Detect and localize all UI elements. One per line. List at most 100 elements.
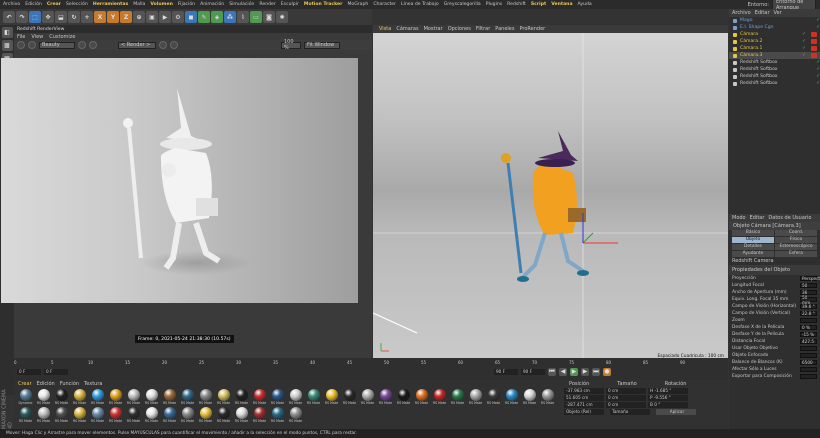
menu-file[interactable]: File xyxy=(17,34,25,40)
material-swatch[interactable]: RS Mate xyxy=(180,407,195,423)
axis-z-button[interactable]: Z xyxy=(120,11,132,23)
coord-field[interactable]: 0 cm xyxy=(606,387,646,394)
coord-field[interactable]: -287.471 cm xyxy=(564,401,604,408)
object-row[interactable]: Cámara.2 ✓ xyxy=(729,38,820,45)
property-value-field[interactable]: 0 % xyxy=(800,324,817,331)
material-swatch[interactable]: RS Mate xyxy=(198,389,213,405)
region-icon[interactable] xyxy=(170,41,178,49)
menu-item[interactable]: Fijación xyxy=(178,2,195,7)
material-swatch[interactable]: RS Mate xyxy=(126,389,141,405)
menu-item[interactable]: Ventana xyxy=(551,2,572,7)
save-icon[interactable] xyxy=(89,41,97,49)
render-settings-icon[interactable]: ⚙ xyxy=(172,11,184,23)
floor-icon[interactable]: ▭ xyxy=(250,11,262,23)
camera-tag-icon[interactable] xyxy=(811,39,817,44)
property-value-field[interactable] xyxy=(800,373,817,380)
coord-field[interactable]: 51.605 cm xyxy=(564,394,604,401)
attribute-tab[interactable]: Ayudante xyxy=(732,251,774,257)
property-value-field[interactable]: 50 mm xyxy=(800,295,817,305)
menu-textura[interactable]: Textura xyxy=(84,381,102,387)
material-swatch[interactable]: RS Mate xyxy=(162,407,177,423)
live-selection-icon[interactable]: + xyxy=(81,11,93,23)
menu-view[interactable]: View xyxy=(31,34,43,40)
light-icon[interactable]: ✺ xyxy=(276,11,288,23)
object-row[interactable]: Redshift Softbox ✓ xyxy=(729,80,820,87)
coord-mode-dropdown[interactable]: Objeto (Rel) xyxy=(564,408,604,415)
material-swatch[interactable]: RS Mate xyxy=(234,407,249,423)
timeline-ruler[interactable]: 0 5 10 15 20 25 30 35 40 45 50 55 60 65 70 75 80 85 90 xyxy=(14,358,728,366)
menu-item[interactable]: Edición xyxy=(25,2,42,7)
visibility-check-icon[interactable]: ✓ xyxy=(802,32,806,37)
material-swatch[interactable]: RS Mate xyxy=(216,407,231,423)
material-swatch[interactable]: RS Mate xyxy=(504,389,519,405)
menu-item[interactable]: Character xyxy=(373,2,396,7)
material-swatch[interactable]: RS Mate xyxy=(54,389,69,405)
material-swatch[interactable]: RS Mate xyxy=(270,407,285,423)
coord-field[interactable]: 0 cm xyxy=(606,401,646,408)
fit-window-dropdown[interactable]: Fit Window xyxy=(304,41,340,49)
menu-prorender[interactable]: ProRender xyxy=(519,26,545,32)
coordinate-system-icon[interactable]: ⊕ xyxy=(133,11,145,23)
undo-icon[interactable]: ↶ xyxy=(3,11,15,23)
coord-field[interactable]: P -9.556 ° xyxy=(648,394,688,401)
attribute-tab[interactable]: Básico xyxy=(732,230,774,236)
visibility-check-icon[interactable]: ✓ xyxy=(816,67,820,72)
camera-tag-icon[interactable] xyxy=(811,46,817,51)
menu-item[interactable]: Herramientas xyxy=(93,2,128,7)
property-value-field[interactable]: 427.5 xyxy=(800,338,817,345)
menu-paneles[interactable]: Paneles xyxy=(495,26,514,32)
menu-item[interactable]: Greyscalegorilla xyxy=(444,2,481,7)
render-dropdown[interactable]: < Render > xyxy=(118,41,156,49)
menu-item[interactable]: Motion Tracker xyxy=(304,2,343,7)
menu-funcion[interactable]: Función xyxy=(60,381,79,387)
material-swatch[interactable]: RS Mate xyxy=(486,389,501,405)
property-value-field[interactable]: 50 xyxy=(800,282,817,289)
property-value-field[interactable]: Perspectiva xyxy=(800,275,820,282)
coord-field[interactable]: B 0 ° xyxy=(648,401,688,408)
redo-icon[interactable]: ↷ xyxy=(16,11,28,23)
rotate-tool-icon[interactable]: ↻ xyxy=(68,11,80,23)
lock-icon[interactable] xyxy=(159,41,167,49)
material-swatch[interactable]: RS Mate xyxy=(54,407,69,423)
spline-pen-icon[interactable]: ✎ xyxy=(198,11,210,23)
material-swatch[interactable]: RS Mate xyxy=(378,389,393,405)
material-swatch[interactable]: RS Mate xyxy=(522,389,537,405)
menu-item[interactable]: Volumen xyxy=(150,2,172,7)
go-start-icon[interactable]: ⏮ xyxy=(548,367,556,376)
visibility-check-icon[interactable]: ✓ xyxy=(816,25,820,30)
record-icon[interactable]: ● xyxy=(603,367,611,376)
material-swatch[interactable]: RS Mate xyxy=(414,389,429,405)
snapshot-icon[interactable] xyxy=(78,41,86,49)
menu-item[interactable]: Línea de Trabajo xyxy=(401,2,439,7)
current-frame-field[interactable]: 0 F xyxy=(17,368,41,375)
cube-icon[interactable]: ◼ xyxy=(185,11,197,23)
property-value-field[interactable]: 6500 xyxy=(800,359,817,366)
menu-ver[interactable]: Ver xyxy=(774,10,782,16)
visibility-check-icon[interactable]: ✓ xyxy=(816,60,820,65)
visibility-check-icon[interactable]: ✓ xyxy=(802,39,806,44)
cloner-icon[interactable]: ⁂ xyxy=(224,11,236,23)
material-swatch[interactable]: RS Mate xyxy=(234,389,249,405)
material-swatch[interactable]: RS Mate xyxy=(162,389,177,405)
property-value-field[interactable]: 39.6 ° xyxy=(800,303,817,310)
deformer-icon[interactable]: ⌇ xyxy=(237,11,249,23)
material-swatch[interactable]: RS Mate xyxy=(324,389,339,405)
material-swatch[interactable]: RS Mate xyxy=(144,407,159,423)
object-row[interactable]: Mago ✓ xyxy=(729,17,820,24)
attribute-tab[interactable]: Objeto xyxy=(732,237,774,243)
menu-item[interactable]: Plugins xyxy=(486,2,502,7)
menu-crear[interactable]: Crear xyxy=(18,381,32,387)
camera-tag-icon[interactable] xyxy=(811,32,817,37)
menu-item[interactable]: MoGraph xyxy=(347,2,368,7)
object-row[interactable]: Cámara.1 ✓ xyxy=(729,45,820,52)
material-swatch[interactable]: RS Mate xyxy=(270,389,285,405)
menu-item[interactable]: Crear xyxy=(47,2,61,7)
go-end-icon[interactable]: ⏭ xyxy=(592,367,600,376)
menu-editar[interactable]: Editar xyxy=(755,10,770,16)
material-swatch[interactable]: RS Mate xyxy=(90,407,105,423)
menu-camaras[interactable]: Cámaras xyxy=(396,26,418,32)
material-swatch[interactable]: RS Mate xyxy=(108,389,123,405)
material-swatch[interactable]: RS Mate xyxy=(108,407,123,423)
menu-item[interactable]: Render xyxy=(259,2,275,7)
model-mode-icon[interactable]: ▩ xyxy=(1,40,13,51)
